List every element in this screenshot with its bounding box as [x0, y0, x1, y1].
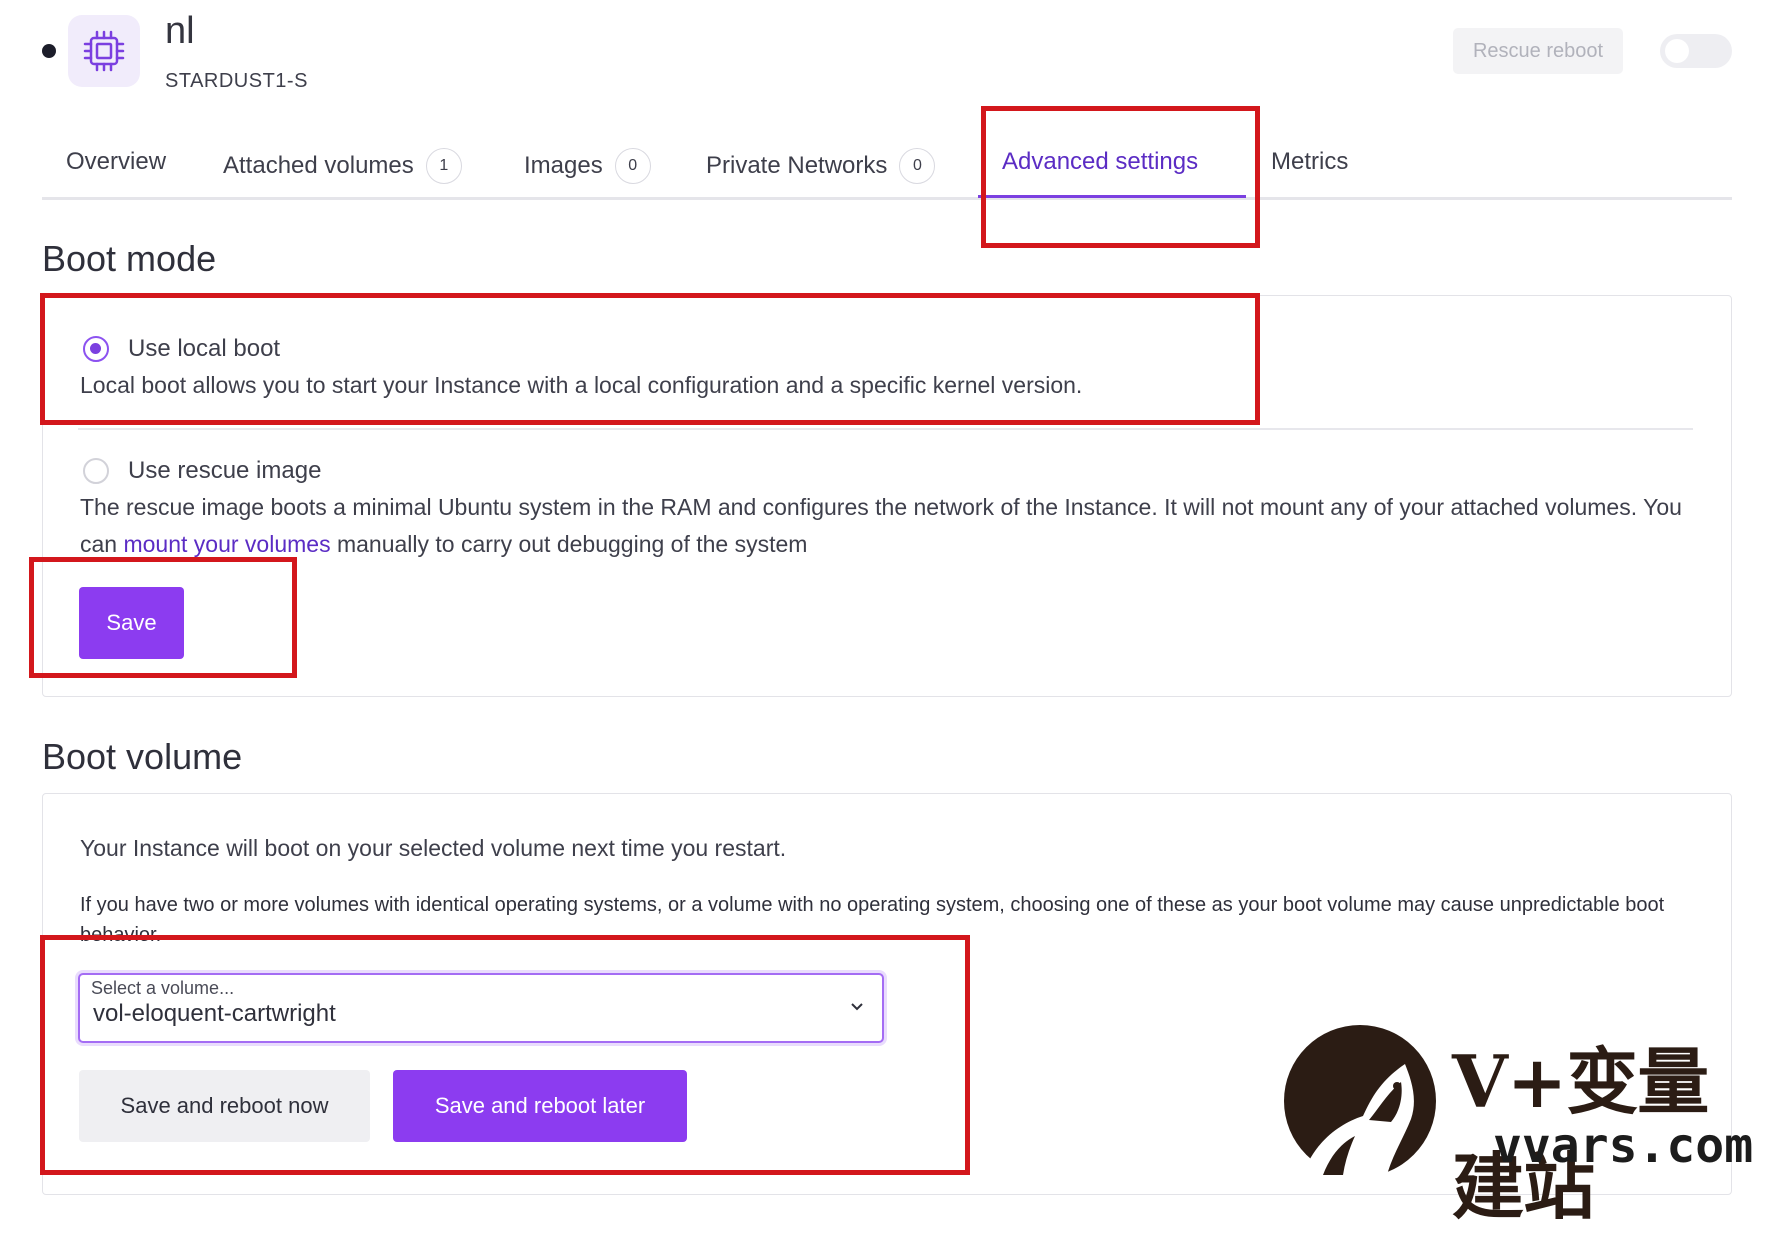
- rescue-desc-text-end: manually to carry out debugging of the s…: [330, 531, 808, 557]
- tab-label: Images: [524, 152, 603, 179]
- highlight-local-boot: [40, 293, 1260, 425]
- power-toggle[interactable]: [1660, 34, 1732, 68]
- instance-type: STARDUST1-S: [165, 70, 308, 92]
- tab-label: Overview: [66, 148, 167, 175]
- tab-count-badge: 0: [614, 148, 651, 184]
- boot-volume-info: Your Instance will boot on your selected…: [80, 835, 787, 861]
- tab-count-badge: 0: [899, 148, 936, 184]
- tab-label: Metrics: [1271, 148, 1349, 175]
- option-divider: [78, 428, 1693, 430]
- highlight-boot-volume-select: [40, 935, 970, 1175]
- mount-volumes-link[interactable]: mount your volumes: [123, 531, 330, 557]
- rescue-reboot-button[interactable]: Rescue reboot: [1453, 28, 1623, 74]
- boot-mode-title: Boot mode: [42, 238, 217, 279]
- rescue-image-description: The rescue image boots a minimal Ubuntu …: [80, 489, 1700, 563]
- tab-attached-volumes[interactable]: Attached volumes 1: [223, 148, 462, 184]
- instance-name: nl: [165, 10, 195, 52]
- tab-count-badge: 1: [425, 148, 462, 184]
- tab-images[interactable]: Images 0: [524, 148, 651, 184]
- highlight-save: [29, 557, 297, 678]
- tab-private-networks[interactable]: Private Networks 0: [706, 148, 936, 184]
- toggle-knob: [1665, 39, 1689, 63]
- tab-overview[interactable]: Overview: [66, 148, 166, 176]
- rescue-image-label: Use rescue image: [128, 457, 322, 484]
- tab-metrics[interactable]: Metrics: [1271, 148, 1348, 176]
- boot-volume-title: Boot volume: [42, 736, 243, 777]
- highlight-advanced-settings: [981, 106, 1260, 248]
- watermark-en: vvars.com: [1493, 1118, 1754, 1174]
- instance-icon: [68, 15, 140, 87]
- gorilla-logo-icon: [1284, 1025, 1436, 1175]
- tab-label: Private Networks: [706, 152, 888, 179]
- radio-rescue-image[interactable]: [83, 458, 109, 484]
- cpu-chip-icon: [83, 30, 125, 72]
- status-indicator: [42, 44, 56, 58]
- tab-label: Attached volumes: [223, 152, 414, 179]
